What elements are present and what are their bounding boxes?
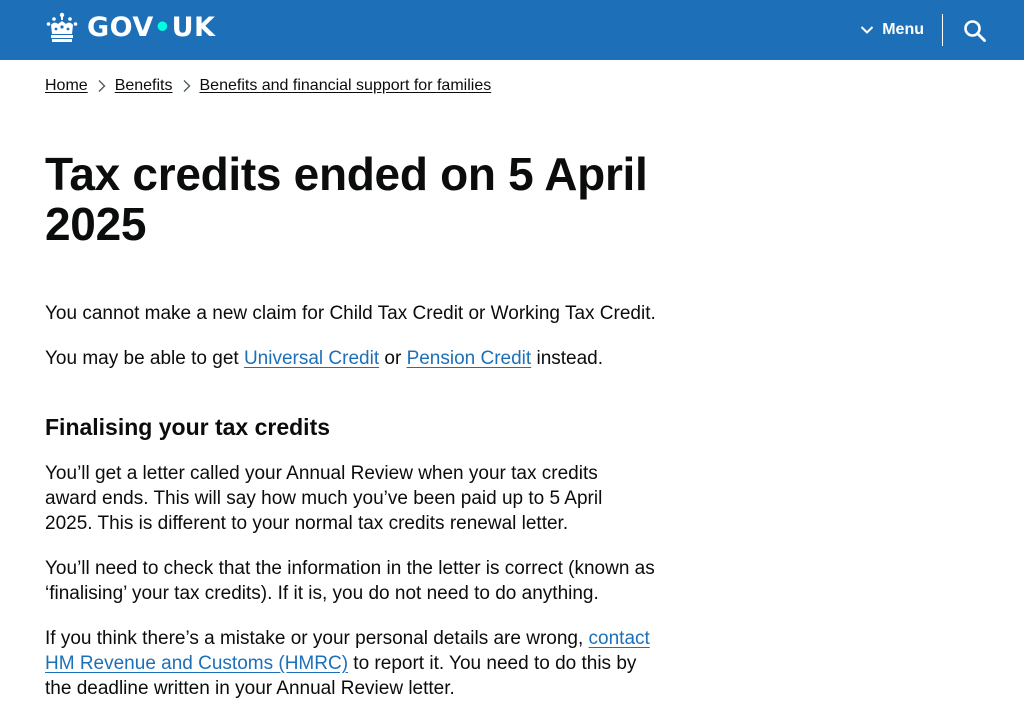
section-heading: Finalising your tax credits	[45, 414, 331, 440]
report-mistake-paragraph: If you think there’s a mistake or your p…	[45, 626, 665, 701]
alt-prefix-text: You may be able to get	[45, 348, 244, 369]
search-icon[interactable]	[963, 19, 987, 43]
intro-paragraph: You cannot make a new claim for Child Ta…	[45, 303, 656, 324]
chevron-right-icon	[98, 80, 106, 92]
breadcrumb-benefits[interactable]: Benefits	[115, 76, 173, 96]
alt-suffix-text: instead.	[531, 348, 604, 369]
breadcrumb-families-support[interactable]: Benefits and financial support for famil…	[200, 76, 492, 96]
breadcrumb-home[interactable]: Home	[45, 76, 88, 96]
crown-icon	[46, 12, 78, 42]
check-information-paragraph: You’ll need to check that the informatio…	[45, 558, 655, 604]
chevron-right-icon	[183, 80, 190, 92]
report-prefix-text: If you think there’s a mistake or your p…	[45, 628, 589, 649]
menu-button[interactable]: Menu	[860, 18, 924, 42]
govuk-logo-link[interactable]: GOV•UK	[45, 12, 215, 44]
menu-label: Menu	[882, 21, 924, 38]
alternatives-paragraph: You may be able to get Universal Credit …	[45, 346, 675, 371]
govuk-logotype: GOV•UK	[87, 12, 216, 43]
breadcrumb: Home Benefits Benefits and financial sup…	[45, 76, 491, 96]
page-title: Tax credits ended on 5 April 2025	[45, 148, 648, 250]
site-header: GOV•UK Menu	[0, 0, 1024, 60]
alt-mid-text: or	[379, 348, 407, 369]
chevron-down-icon	[861, 26, 874, 34]
pension-credit-link[interactable]: Pension Credit	[407, 348, 532, 369]
annual-review-paragraph: You’ll get a letter called your Annual R…	[45, 463, 603, 534]
header-divider	[942, 14, 943, 46]
universal-credit-link[interactable]: Universal Credit	[244, 348, 379, 369]
